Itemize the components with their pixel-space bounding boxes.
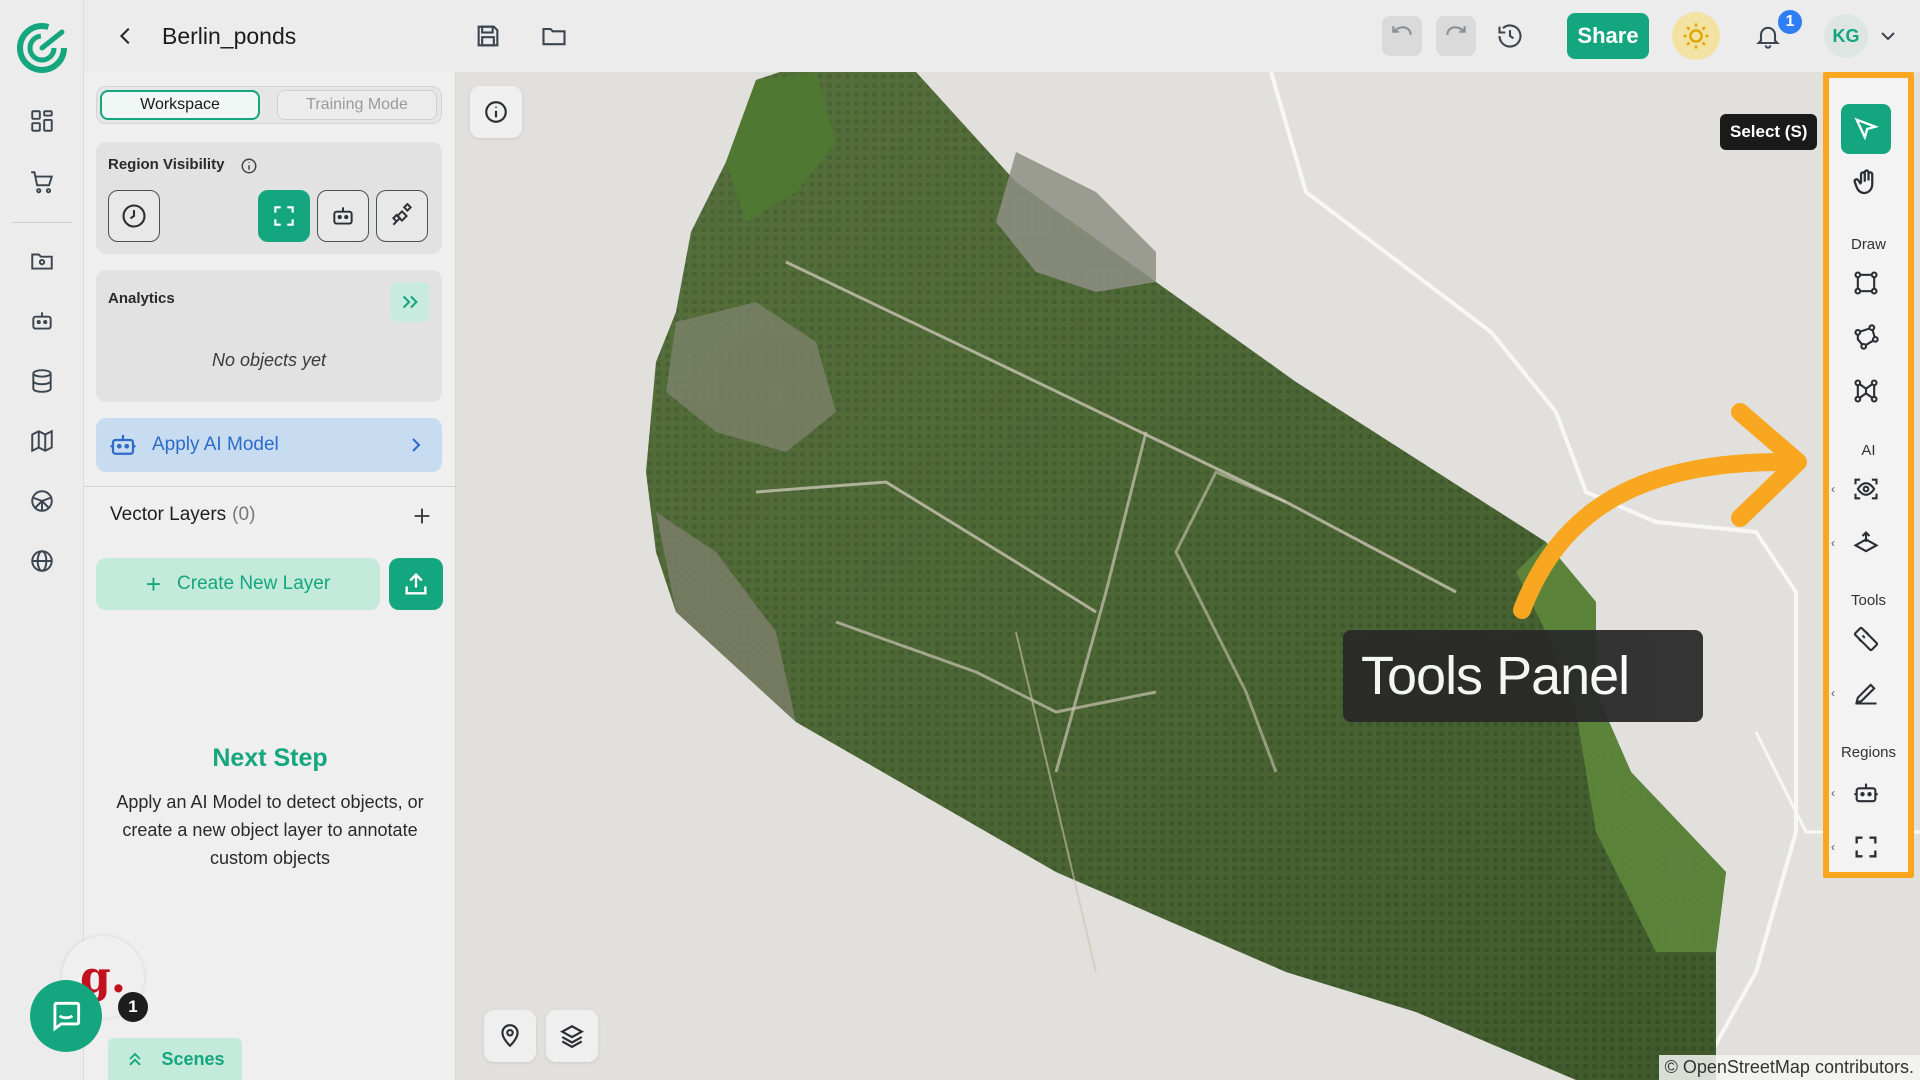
chevrons-up-icon [129, 1052, 142, 1066]
globe-icon[interactable] [26, 545, 58, 577]
scenes-tab[interactable]: Scenes [108, 1038, 242, 1080]
next-step-text: Apply an AI Model to detect objects, or … [116, 792, 424, 868]
notification-badge: 1 [1776, 8, 1804, 36]
robot-icon[interactable] [26, 305, 58, 337]
left-rail [0, 0, 84, 1080]
chat-launcher-button[interactable] [30, 980, 102, 1052]
analytics-empty-text: No objects yet [211, 350, 327, 370]
region-clock-button[interactable] [108, 190, 160, 242]
map-location-button[interactable] [484, 1010, 536, 1062]
region-satellite-button[interactable] [376, 190, 428, 242]
next-step-title: Next Step [212, 744, 328, 772]
osm-attribution[interactable]: © OpenStreetMap contributors. [1658, 1055, 1920, 1080]
callout-arrow-icon [1513, 403, 1807, 619]
history-icon[interactable] [1490, 16, 1530, 56]
upload-icon [405, 573, 427, 595]
region-visibility-card: Region Visibility [96, 142, 442, 254]
expand-analytics-button[interactable] [390, 282, 430, 322]
map-icon[interactable] [26, 425, 58, 457]
create-new-layer-label: Create New Layer [177, 573, 331, 594]
satellite-icon [391, 203, 413, 226]
user-avatar[interactable]: KG [1824, 14, 1868, 58]
mode-switch: Workspace Training Mode [96, 86, 442, 124]
undo-icon[interactable] [1382, 16, 1422, 56]
apply-ai-model-label: Apply AI Model [152, 434, 279, 455]
info-icon[interactable] [240, 157, 258, 175]
region-visibility-title: Region Visibility [108, 156, 225, 173]
layers-icon [560, 1025, 584, 1049]
save-icon[interactable] [468, 16, 508, 56]
robot-icon [110, 435, 136, 455]
region-robot-button[interactable] [317, 190, 369, 242]
robot-icon [333, 207, 353, 225]
globe-grid-icon[interactable] [26, 485, 58, 517]
tab-workspace[interactable]: Workspace [100, 90, 260, 120]
vector-layers-count: (0) [232, 504, 256, 525]
panel-divider [84, 486, 456, 487]
scenes-label: Scenes [161, 1048, 225, 1069]
chat-badge: 1 [118, 992, 148, 1022]
top-bar: Berlin_ponds Share 1 KG [84, 0, 1920, 72]
folder-open-icon[interactable] [534, 16, 574, 56]
analytics-card: Analytics No objects yet [96, 270, 442, 402]
info-icon [485, 101, 507, 123]
upload-layer-button[interactable] [389, 558, 443, 610]
back-arrow-icon[interactable] [110, 20, 142, 52]
dashboard-icon[interactable] [26, 105, 58, 137]
select-tooltip: Select (S) [1720, 114, 1818, 150]
project-title: Berlin_ponds [162, 23, 297, 49]
region-frame-button[interactable] [258, 190, 310, 242]
chat-icon [53, 1001, 81, 1032]
rail-divider [12, 222, 72, 223]
tools-panel-callout: Tools Panel [1343, 630, 1703, 722]
database-icon[interactable] [26, 365, 58, 397]
theme-sun-icon[interactable] [1672, 12, 1720, 60]
cart-icon[interactable] [26, 166, 58, 198]
create-new-layer-button[interactable]: + Create New Layer [96, 558, 380, 610]
frame-corners-icon [274, 206, 294, 226]
add-layer-icon[interactable] [406, 500, 438, 532]
vector-layers-title: Vector Layers (0) [110, 504, 255, 526]
left-panel: Workspace Training Mode Region Visibilit… [84, 72, 456, 1080]
share-button[interactable]: Share [1567, 13, 1649, 59]
app-logo-icon[interactable] [16, 22, 68, 74]
chevrons-right-icon [402, 295, 418, 309]
redo-icon[interactable] [1436, 16, 1476, 56]
map-info-button[interactable] [470, 86, 522, 138]
analytics-title: Analytics [108, 290, 175, 307]
plus-icon: + [145, 569, 162, 599]
chevron-down-icon[interactable] [1876, 24, 1900, 48]
apply-ai-model-button[interactable]: Apply AI Model [96, 418, 442, 472]
tools-panel-highlight [1823, 72, 1914, 878]
location-pin-icon [501, 1024, 519, 1048]
folder-icon[interactable] [26, 245, 58, 277]
vector-layers-label: Vector Layers [110, 504, 227, 525]
clock-icon [122, 204, 146, 228]
chevron-right-icon [412, 438, 421, 452]
map-layers-button[interactable] [546, 1010, 598, 1062]
tab-training-mode[interactable]: Training Mode [277, 90, 437, 120]
